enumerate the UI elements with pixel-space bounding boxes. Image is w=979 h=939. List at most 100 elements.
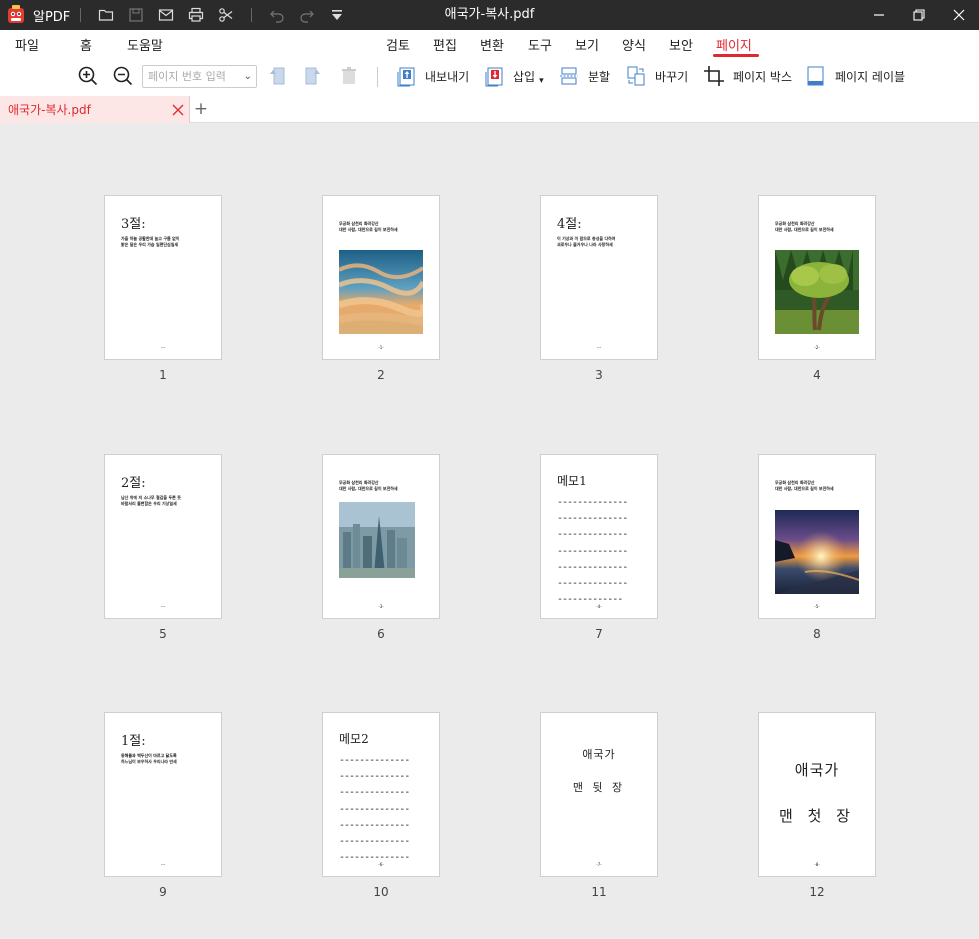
page-thumbnail[interactable]: 3절: 가을 하늘 공활한데 높고 구름 없이 밝은 달은 우리 가슴 일편단심일… (104, 195, 222, 360)
page-footer: -1- (378, 345, 384, 350)
page-number-label: 8 (813, 627, 821, 641)
export-icon (397, 67, 415, 87)
redo-icon[interactable] (299, 7, 315, 23)
page-number-label: 7 (595, 627, 603, 641)
menu-tools[interactable]: 도구 (528, 35, 552, 54)
print-icon[interactable] (188, 7, 204, 23)
window-title: 애국가-복사.pdf (444, 7, 535, 22)
menu-file[interactable]: 파일 (15, 35, 39, 54)
page-footer: --- (160, 862, 166, 867)
page-thumbnail[interactable]: 무궁화 삼천리 화려강산 대한 사람, 대한으로 길이 보전하세 -1- (322, 195, 440, 360)
page-thumbnail[interactable]: 무궁화 삼천리 화려강산 대한 사람, 대한으로 길이 보전하세 -2- (758, 195, 876, 360)
page-thumbnail[interactable]: 메모1 -------------- -------------- ------… (540, 454, 658, 619)
divider (251, 8, 253, 22)
document-tab-bar: 애국가-복사.pdf + (0, 96, 979, 123)
delete-page-button[interactable] (338, 65, 360, 87)
menu-home[interactable]: 홈 (80, 35, 92, 54)
page-thumbnail-grid: 3절: 가을 하늘 공활한데 높고 구름 없이 밝은 달은 우리 가슴 일편단심일… (0, 123, 979, 939)
insert-icon (485, 67, 503, 87)
menu-edit[interactable]: 편집 (433, 35, 457, 54)
split-button[interactable]: 분할 (558, 65, 610, 87)
cover-title: 애국가 (582, 748, 616, 761)
page-number-label: 3 (595, 368, 603, 382)
insert-dropdown-icon[interactable]: ▾ (539, 76, 544, 86)
page-thumbnail[interactable]: 4절: 이 기상과 이 맘으로 충성을 다하여 괴로우나 즐거우나 나라 사랑하세… (540, 195, 658, 360)
page-thumbnail[interactable]: 무궁화 삼천리 화려강산 대한 사람, 대한으로 길이 보전하세 -5- (758, 454, 876, 619)
page-box-label: 페이지 박스 (733, 69, 793, 84)
page-thumbnail[interactable]: 애국가 맨 첫 장 -8- (758, 712, 876, 877)
open-folder-icon[interactable] (98, 7, 114, 23)
chevron-down-icon[interactable]: ⌄ (244, 66, 252, 87)
page-thumbnail[interactable]: 2절: 남산 위에 저 소나무 철갑을 두른 듯 바람서리 불변함은 우리 기상일… (104, 454, 222, 619)
memo-title: 메모2 (339, 732, 369, 746)
page-heading: 4절: (557, 217, 582, 232)
page-number-label: 11 (591, 885, 607, 899)
zoom-in-button[interactable] (77, 65, 99, 87)
divider (80, 8, 82, 22)
menu-review[interactable]: 검토 (386, 35, 410, 54)
rotate-right-button[interactable] (302, 65, 324, 87)
scissors-icon[interactable] (218, 7, 234, 23)
new-tab-button[interactable]: + (193, 99, 209, 119)
replace-button[interactable]: 바꾸기 (625, 65, 688, 87)
page-thumbnail[interactable]: 애국가 맨 뒷 장 -7- (540, 712, 658, 877)
menu-form[interactable]: 양식 (622, 35, 646, 54)
cover-title: 애국가 (794, 761, 840, 779)
page-footer: --- (596, 345, 602, 350)
page-footer: -6- (378, 862, 384, 867)
memo-lines: -------------- -------------- ----------… (339, 755, 410, 864)
export-button[interactable]: 내보내기 (395, 65, 469, 87)
page-footer: --- (160, 345, 166, 350)
close-window-icon[interactable] (939, 0, 979, 30)
page-thumbnail[interactable]: 메모2 -------------- -------------- ------… (322, 712, 440, 877)
text-line: 하느님이 보우하사 우리나라 만세 (121, 758, 177, 764)
crop-icon (704, 66, 724, 86)
menu-bar: 파일 홈 도움말 검토 편집 변환 도구 보기 양식 보안 페이지 (0, 30, 979, 58)
zoom-out-button[interactable] (112, 65, 134, 87)
page-footer: -2- (814, 345, 820, 350)
page-caption: 무궁화 삼천리 화려강산 대한 사람, 대한으로 길이 보전하세 (339, 221, 434, 233)
rotate-left-button[interactable] (266, 65, 288, 87)
menu-help[interactable]: 도움말 (127, 35, 163, 54)
text-line: 밝은 달은 우리 가슴 일편단심일세 (121, 241, 179, 247)
tree-image (775, 250, 859, 334)
zoom-in-icon (78, 66, 98, 86)
replace-icon (627, 66, 645, 86)
page-number-input[interactable]: 페이지 번호 입력 ⌄ (142, 65, 257, 88)
page-heading: 3절: (121, 217, 146, 232)
text-line: 괴로우나 즐거우나 나라 사랑하세 (557, 241, 613, 247)
menu-page[interactable]: 페이지 (716, 35, 752, 54)
restore-icon[interactable] (899, 0, 939, 30)
close-tab-icon[interactable] (171, 102, 185, 116)
page-box-button[interactable]: 페이지 박스 (703, 65, 792, 87)
page-label-icon (807, 66, 824, 86)
menu-convert[interactable]: 변환 (480, 35, 504, 54)
page-label-button[interactable]: 페이지 레이블 (805, 65, 905, 87)
page-footer: -8- (814, 862, 820, 867)
page-label-label: 페이지 레이블 (835, 69, 906, 84)
menu-security[interactable]: 보안 (669, 35, 693, 54)
page-number-label: 10 (373, 885, 389, 899)
minimize-icon[interactable] (859, 0, 899, 30)
page-body-text: 가을 하늘 공활한데 높고 구름 없이 밝은 달은 우리 가슴 일편단심일세 (121, 236, 216, 247)
memo-lines: -------------- -------------- ----------… (557, 497, 628, 606)
page-footer: -4- (596, 604, 602, 609)
page-caption: 무궁화 삼천리 화려강산 대한 사람, 대한으로 길이 보전하세 (775, 221, 870, 233)
page-thumbnail[interactable]: 무궁화 삼천리 화려강산 대한 사람, 대한으로 길이 보전하세 -3- (322, 454, 440, 619)
text-line: 대한 사람, 대한으로 길이 보전하세 (339, 486, 398, 491)
insert-button[interactable]: 삽입 ▾ (483, 65, 544, 87)
menu-view[interactable]: 보기 (575, 35, 599, 54)
document-tab[interactable]: 애국가-복사.pdf (0, 96, 190, 123)
page-thumbnail[interactable]: 1절: 동해물과 백두산이 마르고 닳도록 하느님이 보우하사 우리나라 만세 -… (104, 712, 222, 877)
app-name: 알PDF (33, 9, 71, 25)
page-number-label: 9 (159, 885, 167, 899)
sky-clouds-image (339, 250, 423, 334)
page-body-text: 남산 위에 저 소나무 철갑을 두른 듯 바람서리 불변함은 우리 기상일세 (121, 495, 216, 506)
rotate-left-icon (270, 67, 285, 85)
page-heading: 2절: (121, 476, 146, 491)
undo-icon[interactable] (269, 7, 285, 23)
save-icon[interactable] (128, 7, 144, 23)
page-caption: 무궁화 삼천리 화려강산 대한 사람, 대한으로 길이 보전하세 (339, 480, 434, 492)
mail-icon[interactable] (158, 7, 174, 23)
quick-access-dropdown-icon[interactable] (329, 7, 345, 23)
